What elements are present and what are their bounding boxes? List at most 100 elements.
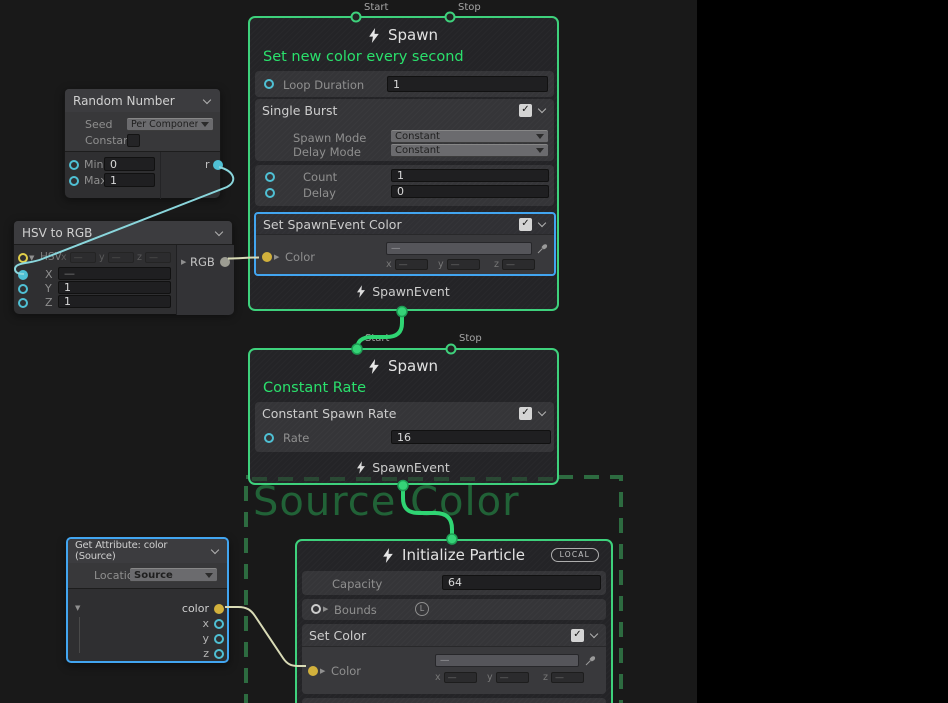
hsv-to-rgb-node[interactable]: HSV to RGB ▶ RGB ▼ HSV x— y— z— X Y [13, 220, 233, 313]
z-input-port[interactable] [18, 298, 28, 308]
max-input[interactable] [104, 173, 155, 187]
expand-triangle-icon[interactable]: ▶ [323, 606, 328, 613]
spawn-mode-value: Constant [395, 131, 533, 142]
constant-spawn-rate-block[interactable]: Constant Spawn Rate ✓ Rate [255, 402, 554, 452]
count-input[interactable] [391, 169, 549, 182]
hsv-z-field: z— [137, 252, 171, 263]
hsv-to-rgb-title: HSV to RGB [22, 226, 92, 240]
set-color-port[interactable] [308, 666, 318, 676]
spawn2-stop-label: Stop [459, 333, 482, 344]
z-output-label: z [203, 647, 209, 660]
eyedropper-icon[interactable] [585, 655, 596, 666]
delay-mode-dropdown[interactable]: Constant [391, 144, 548, 157]
expand-triangle-icon[interactable]: ▶ [320, 668, 325, 675]
spawn-context-2[interactable]: Spawn Constant Rate Constant Spawn Rate … [248, 348, 559, 485]
x-axis-label: x [61, 252, 67, 263]
chevron-down-icon[interactable] [537, 219, 547, 229]
delay-input[interactable] [391, 185, 549, 198]
initialize-particle-context[interactable]: Initialize Particle LOCAL Capacity ▶ Bou… [295, 539, 613, 703]
lightning-icon [369, 359, 379, 374]
set-spawnevent-color-block[interactable]: Set SpawnEvent Color ✓ ▶ Color — x— y— z… [254, 212, 556, 276]
x-input[interactable] [58, 267, 171, 280]
loop-duration-input[interactable] [387, 76, 548, 92]
chevron-down-icon[interactable] [214, 228, 224, 238]
color-y-field[interactable]: y— [438, 259, 480, 270]
color-z-field[interactable]: z— [543, 672, 584, 683]
get-attribute-node[interactable]: Get Attribute: color (Source) Location S… [66, 537, 229, 663]
chevron-down-icon[interactable] [537, 105, 547, 115]
group-title[interactable]: Source Color [253, 479, 520, 525]
color-gradient-field[interactable]: — [435, 654, 579, 667]
lightning-icon [357, 461, 365, 474]
rgb-output-port[interactable] [220, 257, 230, 267]
collapse-triangle-icon[interactable]: ▼ [75, 605, 80, 612]
node-subtitle[interactable]: Constant Rate [263, 380, 366, 396]
chevron-down-icon[interactable] [202, 96, 212, 106]
chevron-down-icon[interactable] [210, 546, 220, 556]
loop-duration-port[interactable] [264, 79, 274, 89]
wire-spawn1-to-spawn2[interactable] [357, 312, 402, 350]
r-output-port[interactable] [213, 160, 223, 170]
set-spawnevent-color-checkbox[interactable]: ✓ [519, 218, 532, 231]
wire-color-to-setcolor[interactable] [225, 607, 306, 666]
color-y-field[interactable]: y— [487, 672, 529, 683]
eyedropper-icon[interactable] [537, 243, 548, 254]
x-input-port[interactable] [18, 270, 28, 280]
max-port[interactable] [69, 176, 79, 186]
output-column: ▶ RGB [176, 245, 234, 315]
set-color-checkbox[interactable]: ✓ [571, 629, 584, 642]
x-output-port[interactable] [214, 619, 224, 629]
set-color-block[interactable]: Set Color ✓ ▶ Color — x— y— z— [302, 624, 606, 694]
dropdown-arrow-icon [201, 122, 209, 127]
spawn-mode-dropdown[interactable]: Constant [391, 130, 548, 143]
rate-port[interactable] [264, 433, 274, 443]
bounds-port[interactable] [311, 604, 321, 614]
lightning-icon [357, 285, 365, 298]
color-x-field[interactable]: x— [386, 259, 428, 270]
x-axis-value: — [395, 259, 428, 270]
hsv-input-port[interactable] [18, 253, 28, 263]
collapse-triangle-icon[interactable]: ▼ [29, 255, 34, 262]
spawn-mode-label: Spawn Mode [293, 131, 366, 145]
count-port[interactable] [265, 172, 275, 182]
color-gradient-field[interactable]: — [386, 242, 532, 255]
bounds-local-badge[interactable]: L [415, 602, 429, 616]
graph-area[interactable]: Source Color Start Stop Start Stop Spawn… [0, 0, 697, 703]
min-port[interactable] [69, 160, 79, 170]
rate-input[interactable] [391, 430, 551, 444]
spawn-context-1[interactable]: Spawn Set new color every second Loop Du… [248, 16, 559, 311]
random-number-node[interactable]: Random Number Seed Per Component Constan… [64, 88, 221, 197]
delay-port[interactable] [265, 188, 275, 198]
spawnevent-color-label: Color [285, 250, 315, 264]
constant-spawn-rate-checkbox[interactable]: ✓ [519, 407, 532, 420]
y-input-port[interactable] [18, 284, 28, 294]
constant-checkbox[interactable] [127, 134, 140, 147]
spawnevent-color-port[interactable] [262, 252, 272, 262]
z-axis-label: z [137, 252, 142, 263]
seed-value: Per Component [131, 119, 198, 130]
z-output-port[interactable] [214, 649, 224, 659]
color-z-field[interactable]: z— [494, 259, 535, 270]
color-output-port[interactable] [214, 604, 224, 614]
single-burst-checkbox[interactable]: ✓ [519, 104, 532, 117]
loop-duration-label: Loop Duration [283, 78, 364, 92]
z-axis-value: — [502, 259, 535, 270]
node-subtitle[interactable]: Set new color every second [263, 49, 464, 65]
min-input[interactable] [104, 157, 155, 171]
chevron-down-icon[interactable] [537, 408, 547, 418]
expand-triangle-icon[interactable]: ▶ [274, 254, 279, 261]
z-input[interactable] [58, 295, 171, 308]
y-output-port[interactable] [214, 634, 224, 644]
seed-dropdown[interactable]: Per Component [127, 118, 213, 131]
local-badge: LOCAL [551, 548, 599, 562]
dropdown-arrow-icon [536, 134, 544, 139]
color-x-field[interactable]: x— [435, 672, 477, 683]
r-output-label: r [205, 158, 210, 171]
dropdown-arrow-icon [205, 573, 213, 578]
y-input[interactable] [58, 281, 171, 294]
capacity-input[interactable] [442, 575, 601, 590]
check-icon: ✓ [573, 630, 581, 640]
location-dropdown[interactable]: Source [130, 568, 217, 582]
single-burst-block[interactable]: Single Burst ✓ Spawn Mode Constant Delay… [255, 99, 554, 161]
chevron-down-icon[interactable] [589, 630, 599, 640]
